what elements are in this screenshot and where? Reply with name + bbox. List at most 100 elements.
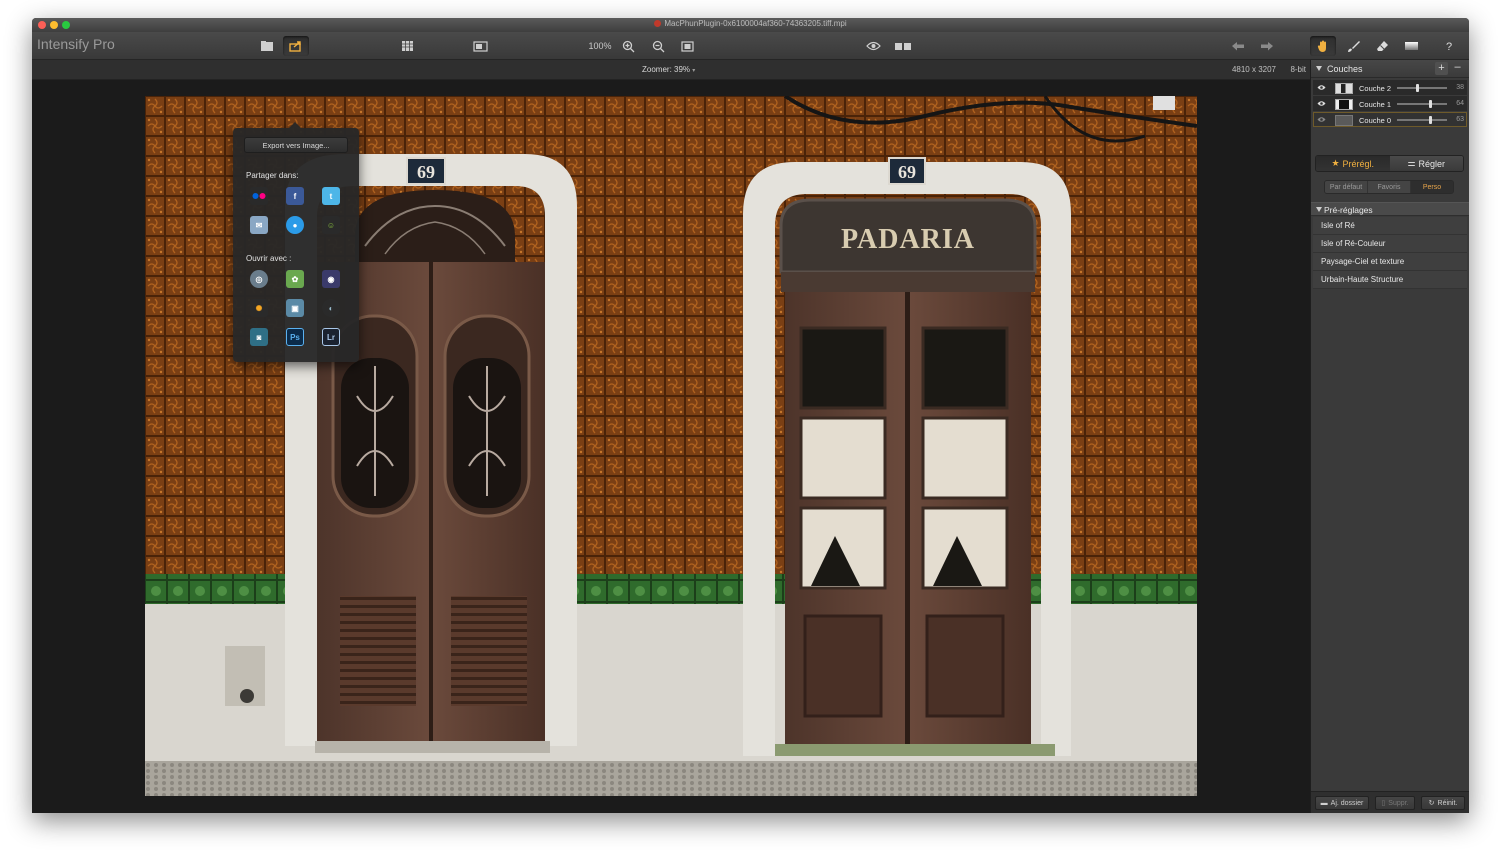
fit-to-screen-button[interactable] (677, 36, 697, 56)
flickr-icon[interactable] (250, 187, 268, 205)
zoom-dropdown-icon: ▾ (692, 68, 696, 74)
layers-header[interactable]: Couches + – (1311, 60, 1469, 78)
tab-adjust-label: Régler (1418, 158, 1446, 169)
title-bar: MacPhunPlugin-0x6100004af360-74363205.ti… (32, 18, 1469, 32)
reset-button[interactable]: ↻ Réinit. (1421, 796, 1465, 810)
layers-title: Couches (1327, 64, 1363, 74)
add-layer-button[interactable]: + (1435, 62, 1448, 75)
zoom-in-icon (622, 40, 634, 52)
tab-presets[interactable]: ★ Prérégl. (1316, 156, 1390, 171)
right-sidebar: Couches + – Couche 2 38 Couche 1 64 Couc… (1310, 60, 1469, 813)
layer-opacity-value: 38 (1456, 84, 1464, 91)
smugmug-icon[interactable]: ☺ (322, 216, 340, 234)
layer-opacity-slider[interactable] (1397, 116, 1447, 124)
layer-opacity-knob[interactable] (1429, 100, 1432, 108)
layers-list: Couche 2 38 Couche 1 64 Couche 0 63 (1313, 80, 1467, 128)
undo-button[interactable] (1228, 36, 1248, 56)
zoom-value: 39% (674, 65, 691, 74)
lightroom-icon[interactable]: Lr (322, 328, 340, 346)
zoom-in-button[interactable] (618, 36, 638, 56)
layer-opacity-knob[interactable] (1428, 116, 1432, 124)
preset-item[interactable]: Isle of Ré (1313, 217, 1467, 235)
tab-custom[interactable]: Perso (1411, 181, 1453, 193)
bit-depth: 8-bit (1290, 65, 1306, 74)
delete-button[interactable]: ▯ Suppr. (1375, 796, 1415, 810)
layer-opacity-knob[interactable] (1416, 84, 1419, 92)
preset-item[interactable]: Paysage-Ciel et texture (1313, 253, 1467, 271)
help-icon: ? (1446, 41, 1452, 52)
photoshop-icon[interactable]: Ps (286, 328, 304, 346)
add-folder-button[interactable]: ▬ Aj. dossier (1315, 796, 1369, 810)
presets-list: Isle of Ré Isle of Ré-Couleur Paysage-Ci… (1313, 217, 1467, 289)
eraser-tool-button[interactable] (1371, 36, 1393, 56)
visibility-eye-icon[interactable] (1317, 100, 1326, 107)
tab-default[interactable]: Par défaut (1325, 181, 1368, 193)
gradient-tool-button[interactable] (1399, 36, 1423, 56)
split-view-button[interactable] (891, 36, 915, 56)
compare-button[interactable] (469, 36, 491, 56)
undo-icon (1232, 41, 1244, 50)
layer-row[interactable]: Couche 2 38 (1313, 80, 1467, 96)
hand-icon (1317, 40, 1326, 52)
grid-button[interactable] (396, 36, 418, 56)
visibility-eye-icon[interactable] (1317, 116, 1326, 123)
visibility-eye-icon[interactable] (1317, 84, 1326, 91)
brush-icon (1347, 40, 1360, 52)
messages-icon[interactable]: ● (286, 216, 304, 234)
brush-tool-button[interactable] (1342, 36, 1364, 56)
document-icon (654, 20, 662, 27)
fit-icon (680, 40, 694, 52)
preview-icon[interactable]: ▣ (286, 299, 304, 317)
photoshop-elements-icon[interactable]: ◙ (250, 328, 268, 346)
reset-label: Réinit. (1437, 799, 1458, 807)
zoom-percent-button[interactable]: 100% (587, 36, 613, 56)
trash-icon: ▯ (1381, 800, 1386, 807)
photos-icon[interactable]: ✺ (250, 299, 268, 317)
lightroom-icon-text: Lr (327, 332, 335, 342)
preset-item[interactable]: Urbain-Haute Structure (1313, 271, 1467, 289)
zoom-label: Zoomer: (642, 65, 672, 74)
layer-row-selected[interactable]: Couche 0 63 (1313, 112, 1467, 128)
layer-thumbnail (1335, 99, 1353, 110)
open-file-button[interactable] (256, 36, 278, 56)
preview-toggle-button[interactable] (862, 36, 884, 56)
email-icon[interactable]: ✉ (250, 216, 268, 234)
layer-thumbnail (1335, 83, 1353, 94)
image-canvas[interactable]: 69 69 PADARIA Export vers Image... Parta… (32, 80, 1310, 813)
layer-opacity-slider[interactable] (1397, 84, 1447, 92)
open-file-icon (261, 41, 273, 51)
facebook-icon[interactable]: f (286, 187, 304, 205)
zoom-indicator[interactable]: Zoomer: 39% ▾ (642, 65, 695, 74)
colorsync-icon[interactable]: ◐ (322, 299, 340, 317)
svg-text:?: ? (1446, 41, 1452, 52)
left-door-number: 69 (417, 162, 435, 182)
layer-opacity-slider[interactable] (1397, 100, 1447, 108)
add-folder-label: Aj. dossier (1330, 799, 1364, 807)
preset-item[interactable]: Isle of Ré-Couleur (1313, 235, 1467, 253)
aperture-icon[interactable]: ◎ (250, 270, 268, 288)
tab-adjust[interactable]: ⚌ Régler (1389, 156, 1463, 171)
zoom-out-icon (652, 40, 664, 52)
tonality-icon[interactable]: ◉ (322, 270, 340, 288)
mode-tabs: ★ Prérégl. ⚌ Régler (1315, 155, 1464, 172)
zoom-out-button[interactable] (648, 36, 668, 56)
tab-favorites[interactable]: Favoris (1368, 181, 1411, 193)
split-view-icon (895, 42, 911, 50)
popover-arrow (289, 122, 301, 128)
sliders-icon: ⚌ (1407, 158, 1416, 168)
presets-header[interactable]: Pré-réglages (1311, 202, 1469, 216)
compare-icon (472, 40, 488, 52)
image-dimensions: 4810 x 3207 (1231, 65, 1276, 74)
remove-layer-button[interactable]: – (1451, 62, 1464, 75)
iphoto-icon[interactable]: ✿ (286, 270, 304, 288)
delete-label: Suppr. (1388, 799, 1409, 807)
layer-opacity-value: 63 (1456, 116, 1464, 123)
export-image-button[interactable]: Export vers Image... (244, 137, 348, 153)
layer-row[interactable]: Couche 1 64 (1313, 96, 1467, 112)
share-button[interactable] (283, 36, 309, 56)
hand-tool-button[interactable] (1310, 36, 1336, 56)
disclosure-triangle-icon (1316, 207, 1322, 212)
redo-button[interactable] (1257, 36, 1277, 56)
twitter-icon[interactable]: t (322, 187, 340, 205)
help-button[interactable]: ? (1439, 36, 1459, 56)
